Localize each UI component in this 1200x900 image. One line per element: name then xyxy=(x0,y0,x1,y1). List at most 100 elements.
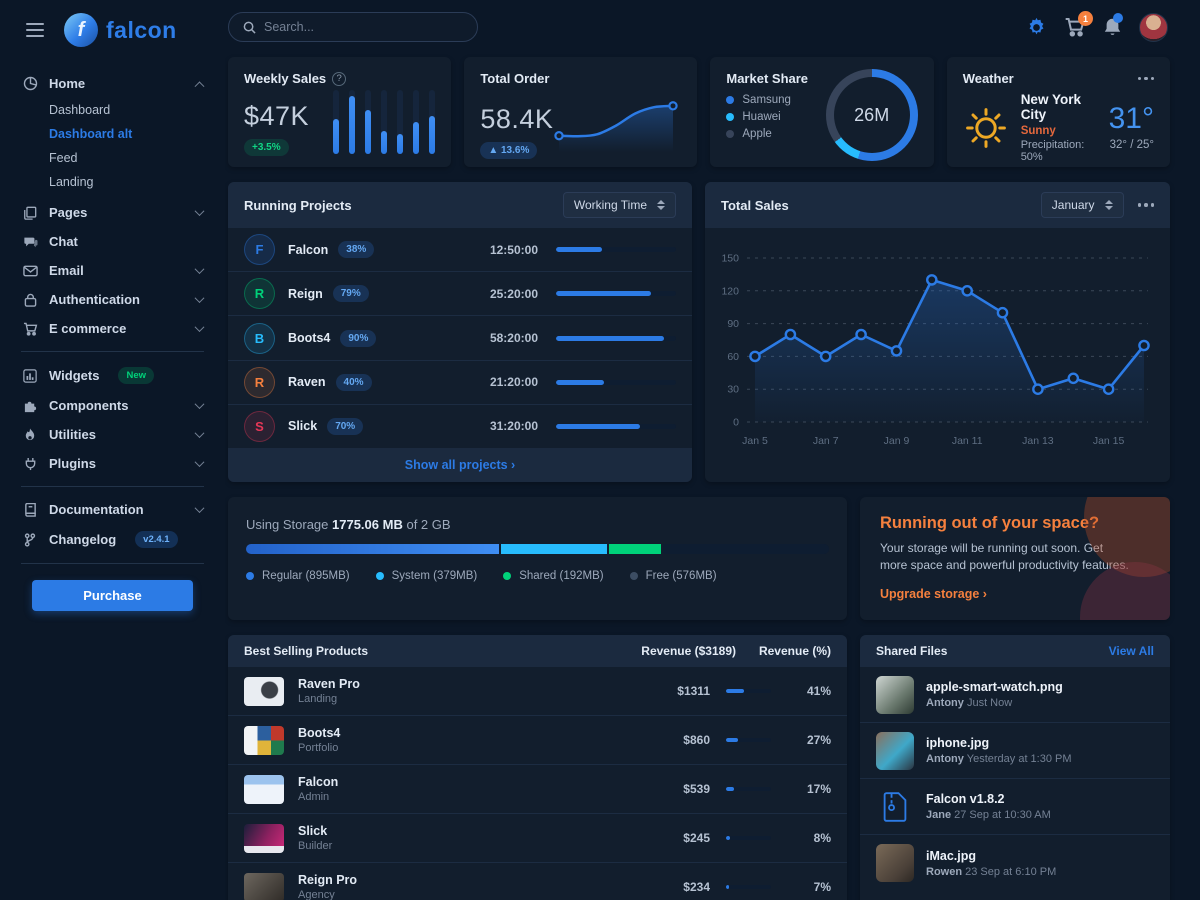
legend-dot xyxy=(726,130,734,138)
total-order-line-chart xyxy=(553,90,681,159)
working-time-select[interactable]: Working Time xyxy=(563,192,676,218)
dashboard-page: { "brand": { "name": "falcon" }, "topbar… xyxy=(0,0,1200,900)
view-all-link[interactable]: View All xyxy=(1109,644,1154,658)
project-avatar: R xyxy=(244,278,275,309)
file-thumbnail xyxy=(876,732,914,770)
table-row[interactable]: Reign ProAgency $234 7% xyxy=(228,863,847,900)
month-select[interactable]: January xyxy=(1041,192,1124,218)
plug-icon xyxy=(22,457,38,471)
card-menu-icon[interactable] xyxy=(1138,73,1155,85)
project-row[interactable]: R Reign 79% 25:20:00 xyxy=(228,272,692,316)
file-time: 23 Sep at 6:10 PM xyxy=(965,866,1056,878)
list-item[interactable]: iphone.jpg Antony Yesterday at 1:30 PM xyxy=(860,723,1170,779)
column-header-percent: Revenue (%) xyxy=(736,644,831,658)
sidebar-item-ecommerce[interactable]: E commerce xyxy=(0,314,225,343)
project-progress-bar xyxy=(556,380,676,385)
sidebar-item-utilities[interactable]: Utilities xyxy=(0,420,225,449)
project-row[interactable]: F Falcon 38% 12:50:00 xyxy=(228,228,692,272)
table-row[interactable]: Raven ProLanding $1311 41% xyxy=(228,667,847,716)
product-revenue: $860 xyxy=(640,733,710,747)
sidebar-item-chat[interactable]: Chat xyxy=(0,227,225,256)
project-row[interactable]: B Boots4 90% 58:20:00 xyxy=(228,316,692,360)
sidebar-item-components[interactable]: Components xyxy=(0,391,225,420)
cart-icon[interactable]: 1 xyxy=(1064,17,1086,37)
sidebar-item-landing[interactable]: Landing xyxy=(49,170,225,194)
svg-text:120: 120 xyxy=(721,285,739,297)
sidebar-item-dashboard[interactable]: Dashboard xyxy=(49,98,225,122)
card-title: Weather xyxy=(963,71,1014,86)
weekly-sales-badge: +3.5% xyxy=(244,139,289,156)
card-title: Total Sales xyxy=(721,198,789,213)
running-projects-card: Running Projects Working Time F Falcon 3… xyxy=(228,182,692,482)
product-thumbnail xyxy=(244,775,284,804)
search-icon xyxy=(243,21,256,34)
file-author: Jane xyxy=(926,809,951,821)
sidebar-item-dashboard-alt[interactable]: Dashboard alt xyxy=(49,122,225,146)
upgrade-storage-link[interactable]: Upgrade storage › xyxy=(880,587,987,601)
settings-gear-icon[interactable] xyxy=(1026,17,1047,38)
hamburger-menu-icon[interactable] xyxy=(22,19,48,41)
sidebar-item-documentation[interactable]: Documentation xyxy=(0,495,225,524)
lock-icon xyxy=(22,293,38,307)
bell-icon[interactable] xyxy=(1103,17,1122,37)
revenue-progress-bar xyxy=(726,836,771,840)
purchase-button[interactable]: Purchase xyxy=(32,580,193,611)
sidebar-item-changelog[interactable]: Changelog v2.4.1 xyxy=(0,524,225,555)
best-selling-products-card: Best Selling Products Revenue ($3189) Re… xyxy=(228,635,847,900)
total-order-card: Total Order 58.4K ▲ 13.6% xyxy=(464,57,697,167)
storage-legend: Regular (895MB) System (379MB) Shared (1… xyxy=(246,570,829,582)
sidebar-item-pages[interactable]: Pages xyxy=(0,198,225,227)
list-item[interactable]: iMac.jpg Rowen 23 Sep at 6:10 PM xyxy=(860,835,1170,891)
envelope-icon xyxy=(22,265,38,277)
product-percent: 17% xyxy=(771,782,831,796)
info-icon[interactable]: ? xyxy=(332,72,346,86)
fire-icon xyxy=(22,428,38,442)
card-menu-icon[interactable] xyxy=(1138,199,1155,211)
pie-chart-icon xyxy=(22,76,38,91)
legend-dot xyxy=(376,572,384,580)
brand-logo[interactable]: f falcon xyxy=(64,13,177,47)
sort-icon xyxy=(1105,200,1113,210)
main-content: Weekly Sales ? $47K +3.5% Total Order 58… xyxy=(228,57,1170,900)
storage-progress-bar xyxy=(246,544,829,554)
list-item[interactable]: apple-smart-watch.png Antony Just Now xyxy=(860,667,1170,723)
list-item[interactable]: Falcon v1.8.2 Jane 27 Sep at 10:30 AM xyxy=(860,779,1170,835)
sidebar: f falcon Home Dashboard Dashboard alt Fe… xyxy=(0,0,225,900)
table-row[interactable]: Boots4Portfolio $860 27% xyxy=(228,716,847,765)
svg-text:Jan 13: Jan 13 xyxy=(1022,435,1054,447)
sidebar-item-home[interactable]: Home xyxy=(0,69,225,98)
total-order-value: 58.4K xyxy=(480,104,553,135)
sidebar-item-authentication[interactable]: Authentication xyxy=(0,285,225,314)
chevron-down-icon xyxy=(195,428,205,438)
table-row[interactable]: SlickBuilder $245 8% xyxy=(228,814,847,863)
book-icon xyxy=(22,503,38,517)
card-title: Market Share xyxy=(726,71,808,86)
sidebar-item-feed[interactable]: Feed xyxy=(49,146,225,170)
product-revenue: $1311 xyxy=(640,684,710,698)
project-row[interactable]: R Raven 40% 21:20:00 xyxy=(228,361,692,405)
shopping-cart-icon xyxy=(22,322,38,336)
sidebar-item-email[interactable]: Email xyxy=(0,256,225,285)
sidebar-item-widgets[interactable]: Widgets New xyxy=(0,360,225,391)
table-row[interactable]: FalconAdmin $539 17% xyxy=(228,765,847,814)
project-progress-bar xyxy=(556,247,676,252)
chevron-up-icon xyxy=(195,81,205,91)
card-title: Running Projects xyxy=(244,198,352,213)
new-badge: New xyxy=(118,367,154,384)
project-progress-bar xyxy=(556,336,676,341)
chat-icon xyxy=(22,235,38,249)
file-thumbnail xyxy=(876,844,914,882)
search-box[interactable] xyxy=(228,12,478,42)
show-all-projects-link[interactable]: Show all projects › xyxy=(405,458,515,472)
project-percent-badge: 40% xyxy=(336,374,372,391)
storage-label: Using Storage 1775.06 MB of 2 GB xyxy=(246,517,829,532)
sidebar-item-plugins[interactable]: Plugins xyxy=(0,449,225,478)
search-input[interactable] xyxy=(264,20,463,34)
divider xyxy=(21,563,204,564)
divider xyxy=(21,486,204,487)
project-avatar: S xyxy=(244,411,275,442)
project-row[interactable]: S Slick 70% 31:20:00 xyxy=(228,405,692,448)
file-time: 27 Sep at 10:30 AM xyxy=(954,809,1051,821)
weekly-sales-card: Weekly Sales ? $47K +3.5% xyxy=(228,57,451,167)
user-avatar[interactable] xyxy=(1139,13,1168,42)
